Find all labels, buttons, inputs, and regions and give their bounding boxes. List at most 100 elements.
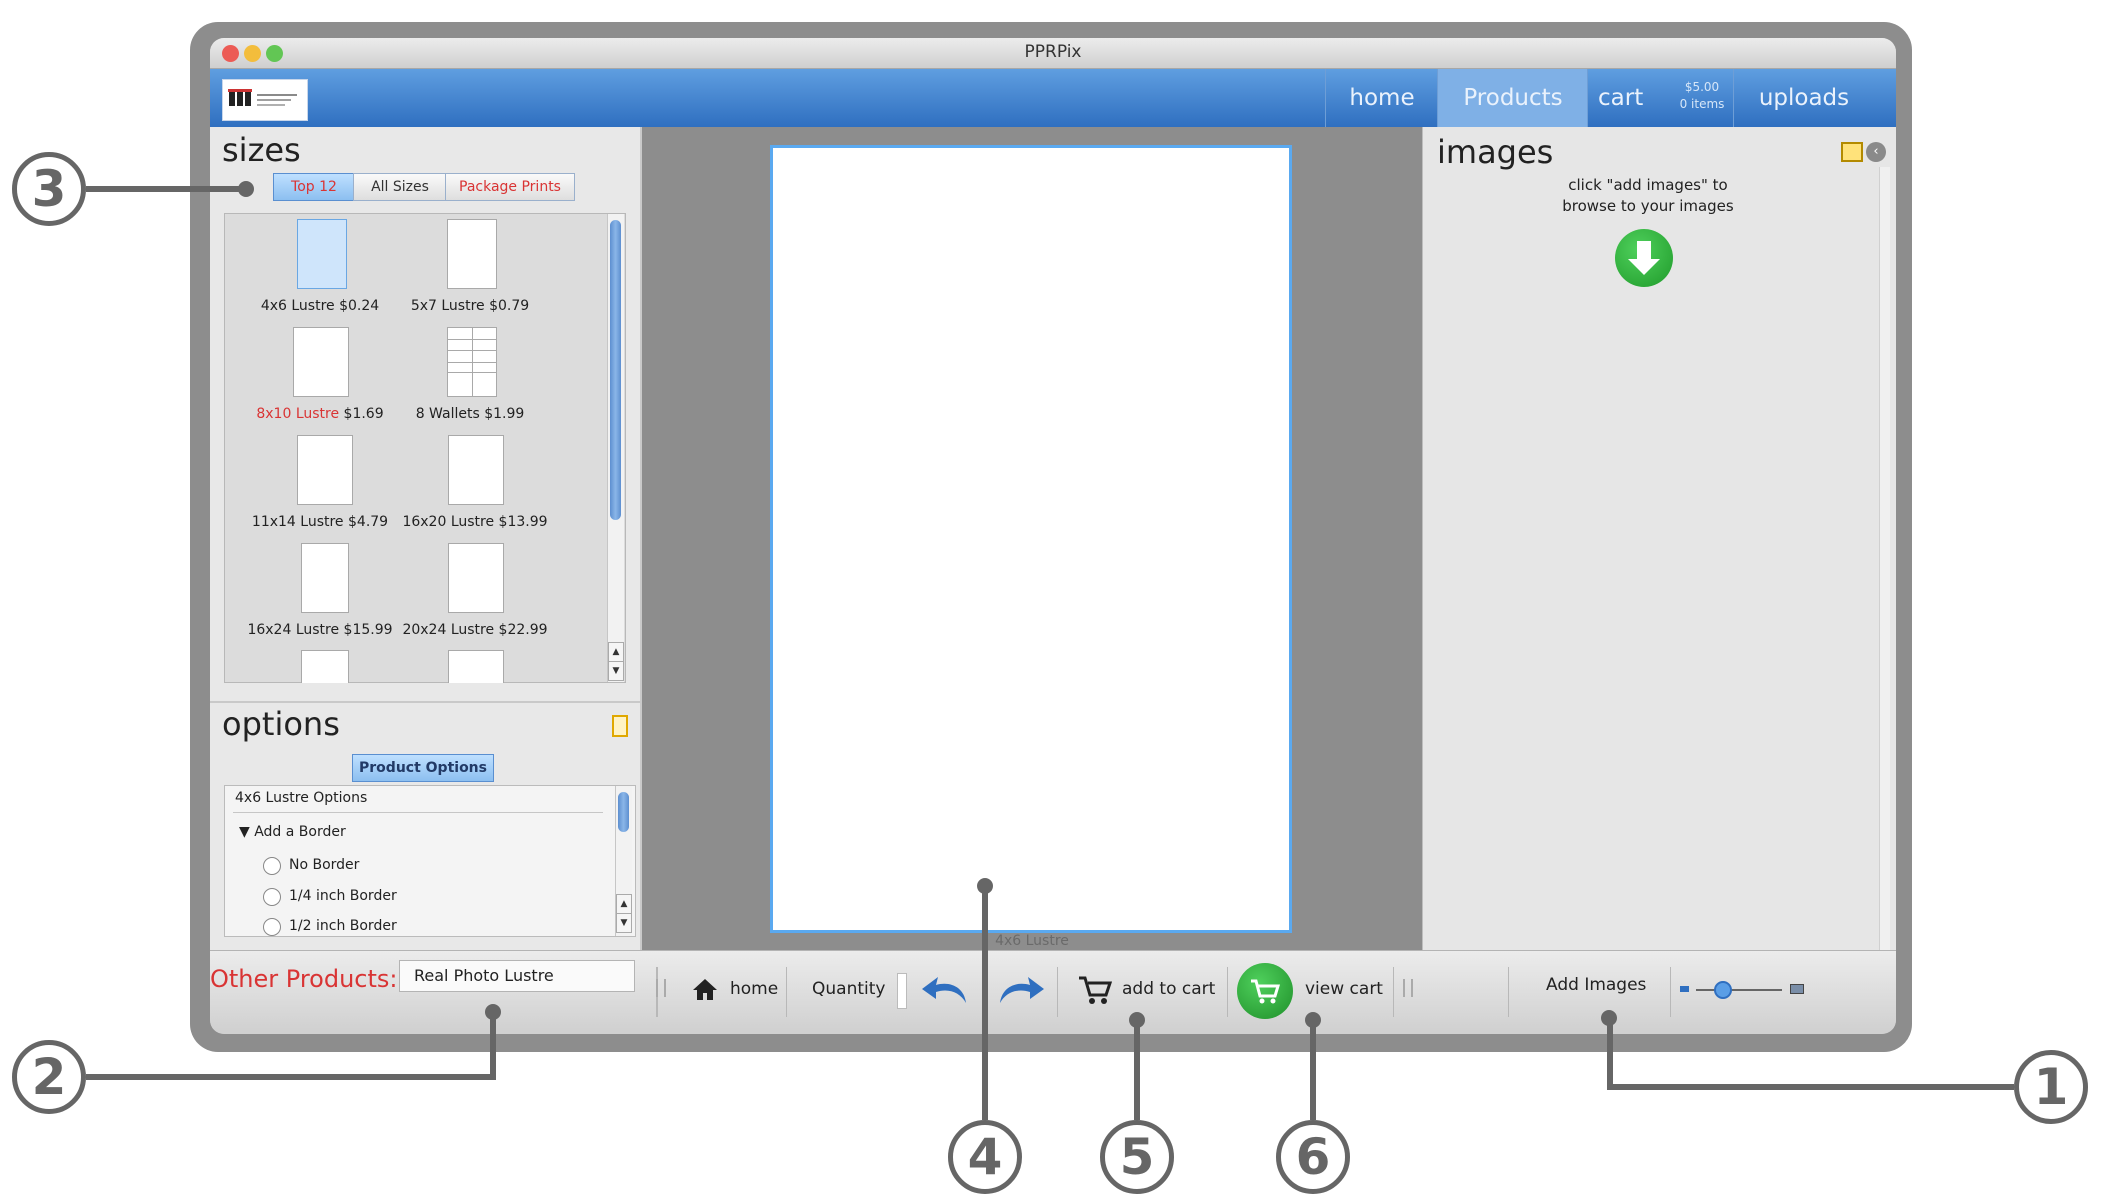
nav-tab-uploads[interactable]: uploads	[1733, 69, 1874, 127]
add-border-group[interactable]: ▼ Add a Border	[239, 824, 346, 840]
scroll-up-arrow-icon[interactable]: ▲	[616, 894, 632, 914]
add-images-button[interactable]: Add Images	[1546, 975, 1646, 995]
window-title: PPRPix	[1024, 42, 1082, 62]
main-navbar: home Products cart $5.00 0 items uploads	[210, 69, 1896, 127]
toolbar-separator	[1227, 967, 1228, 1017]
scroll-down-arrow-icon[interactable]: ▼	[608, 661, 624, 681]
radio-button[interactable]	[263, 918, 281, 936]
radio-button[interactable]	[263, 888, 281, 906]
callout-line	[490, 1010, 496, 1080]
size-item-4x6[interactable]: 4x6 Lustre $0.24	[255, 214, 385, 322]
toolbar-separator	[1670, 967, 1671, 1017]
zoom-out-icon[interactable]	[1680, 986, 1689, 992]
size-thumbnail	[293, 327, 349, 397]
size-thumbnail	[301, 543, 349, 613]
callout-dot	[977, 878, 993, 894]
add-to-cart-button[interactable]: add to cart	[1078, 973, 1223, 1009]
folder-icon[interactable]	[1841, 142, 1863, 162]
images-hint-line: click "add images" to	[1568, 176, 1728, 194]
options-panel: options Product Options 4x6 Lustre Optio…	[210, 703, 640, 980]
zoom-in-icon[interactable]	[1790, 984, 1804, 994]
view-cart-label: view cart	[1305, 979, 1383, 999]
callout-dot	[1601, 1010, 1617, 1026]
undo-icon[interactable]	[920, 973, 970, 1007]
sizes-scrollbar[interactable]: ▲ ▼	[607, 214, 624, 682]
size-item-20x24[interactable]: 20x24 Lustre $22.99	[400, 538, 550, 646]
radio-button[interactable]	[263, 857, 281, 875]
callout-badge-1: 1	[2014, 1050, 2088, 1124]
tab-top-12[interactable]: Top 12	[273, 173, 355, 201]
scroll-up-arrow-icon[interactable]: ▲	[608, 642, 624, 662]
size-item-16x24[interactable]: 16x24 Lustre $15.99	[245, 538, 395, 646]
quantity-label: Quantity	[812, 979, 886, 999]
disclosure-triangle-icon: ▼	[239, 824, 255, 840]
zoom-slider-thumb[interactable]	[1713, 981, 1732, 999]
nav-tab-cart[interactable]: cart $5.00 0 items	[1587, 69, 1734, 127]
size-item-label: 16x20 Lustre $13.99	[402, 514, 548, 530]
quantity-input[interactable]	[897, 973, 907, 1009]
options-title: options	[222, 705, 340, 743]
chevron-left-icon[interactable]: ‹	[1866, 142, 1886, 162]
zoom-slider[interactable]	[1680, 979, 1804, 1001]
size-thumbnail-partial[interactable]	[301, 650, 349, 683]
collapse-panel-icon[interactable]	[612, 715, 628, 737]
canvas-caption: 4x6 Lustre	[995, 933, 1069, 949]
callout-line	[1607, 1016, 1613, 1090]
scrollbar-thumb[interactable]	[610, 220, 621, 520]
callout-line	[1607, 1084, 2014, 1090]
print-canvas[interactable]	[770, 145, 1292, 933]
size-thumbnail	[448, 543, 504, 613]
toolbar-home-button[interactable]: home	[692, 973, 786, 1009]
size-item-label: 8 Wallets $1.99	[415, 406, 525, 422]
other-products-select[interactable]: Real Photo Lustre	[399, 960, 635, 992]
size-item-8x10[interactable]: 8x10 Lustre $1.69	[255, 322, 385, 430]
callout-badge-4: 4	[948, 1120, 1022, 1194]
cart-total: $5.00	[1684, 80, 1720, 94]
callout-line	[982, 884, 988, 1120]
callout-line	[86, 1074, 496, 1080]
logo-icon	[228, 89, 297, 106]
title-bar: PPRPix	[210, 38, 1896, 69]
zoom-slider-track	[1696, 989, 1782, 991]
size-item-5x7[interactable]: 5x7 Lustre $0.79	[405, 214, 535, 322]
size-thumbnail-partial[interactable]	[448, 650, 504, 683]
cart-icon	[1079, 976, 1112, 1004]
radio-label: No Border	[289, 857, 360, 873]
callout-dot	[485, 1004, 501, 1020]
redo-icon[interactable]	[996, 973, 1046, 1007]
scrollbar-thumb[interactable]	[618, 792, 629, 832]
size-item-label: 11x14 Lustre $4.79	[251, 514, 389, 530]
images-title: images	[1437, 133, 1554, 171]
callout-line	[86, 186, 246, 192]
toolbar-separator	[1393, 967, 1394, 1017]
cart-items-count: 0 items	[1679, 97, 1725, 111]
sizes-list: 4x6 Lustre $0.24 5x7 Lustre $0.79 8x10 L…	[224, 213, 626, 683]
home-icon	[693, 979, 717, 1000]
size-item-11x14[interactable]: 11x14 Lustre $4.79	[245, 430, 395, 538]
nav-tab-products[interactable]: Products	[1437, 69, 1588, 127]
divider	[233, 812, 603, 813]
callout-dot	[238, 181, 254, 197]
bottom-toolbar: Other Products: Real Photo Lustre home Q…	[210, 950, 1896, 1034]
toolbar-grip-icon[interactable]	[656, 979, 666, 997]
nav-tab-home[interactable]: home	[1325, 69, 1438, 127]
tab-package-prints[interactable]: Package Prints	[445, 173, 575, 201]
tab-product-options[interactable]: Product Options	[352, 754, 494, 782]
toolbar-grip-icon[interactable]	[1403, 979, 1413, 997]
size-item-label: 8x10 Lustre $1.69	[256, 406, 384, 422]
radio-label: 1/4 inch Border	[289, 888, 397, 904]
size-item-8-wallets[interactable]: 8 Wallets $1.99	[405, 322, 535, 430]
images-hint: click "add images" to browse to your ima…	[1423, 175, 1873, 217]
sizes-title: sizes	[222, 131, 301, 169]
size-thumbnail	[447, 219, 497, 289]
callout-dot	[1305, 1012, 1321, 1028]
add-images-download-button[interactable]	[1615, 229, 1673, 287]
tab-all-sizes[interactable]: All Sizes	[353, 173, 447, 201]
size-item-16x20[interactable]: 16x20 Lustre $13.99	[400, 430, 550, 538]
other-products-label: Other Products:	[210, 965, 398, 993]
images-scrollbar[interactable]	[1879, 167, 1890, 967]
add-to-cart-label: add to cart	[1122, 979, 1216, 999]
scroll-down-arrow-icon[interactable]: ▼	[616, 913, 632, 933]
options-scrollbar[interactable]: ▲ ▼	[615, 786, 632, 936]
app-window: PPRPix home Products cart $5.00 0 items …	[210, 38, 1896, 1034]
